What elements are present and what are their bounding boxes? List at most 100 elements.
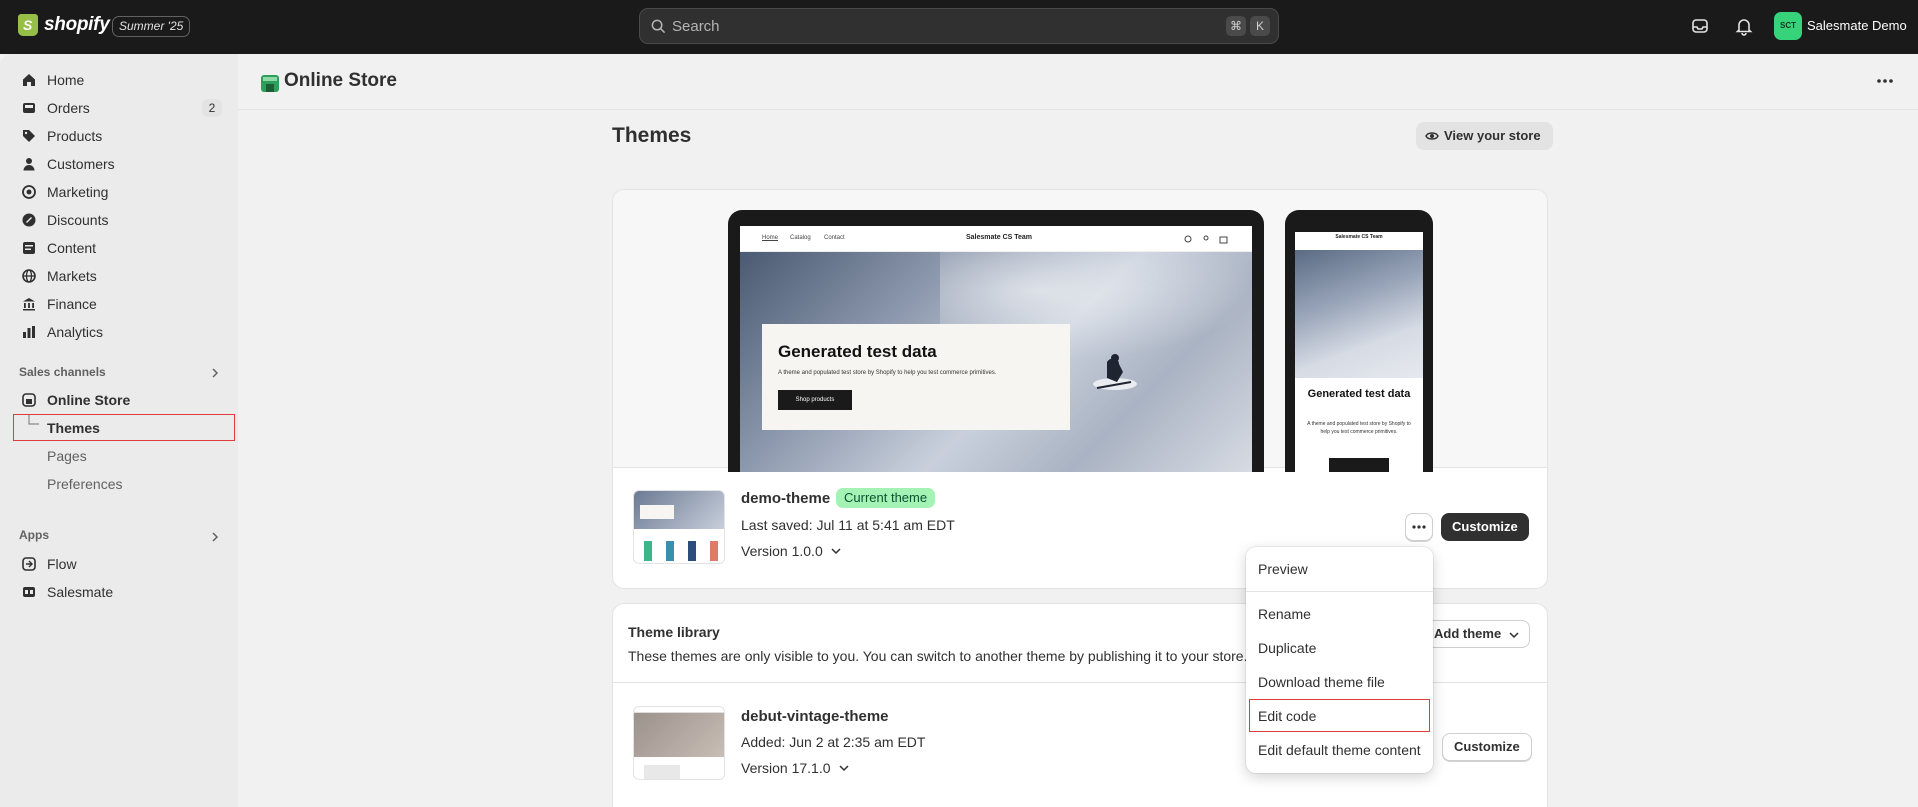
page-header: Online Store: [238, 54, 1918, 110]
sidebar-item-label: Products: [47, 128, 103, 144]
shopify-logo[interactable]: shopify: [18, 14, 110, 36]
more-actions-icon[interactable]: [1875, 76, 1895, 86]
home-icon: [23, 74, 35, 86]
library-customize-button[interactable]: Customize: [1442, 733, 1532, 761]
phone-hero-title: Generated test data: [1307, 388, 1411, 400]
chevron-down-icon: [1509, 632, 1519, 639]
discount-icon: [22, 213, 36, 227]
chevron-down-icon: [838, 765, 849, 772]
sidebar-item-discounts[interactable]: Discounts: [10, 206, 234, 234]
sidebar-item-label: Markets: [47, 268, 97, 284]
preview-nav-catalog: Catalog: [790, 235, 811, 241]
top-bar: shopify Summer '25 Search ⌘ K SCT Salesm…: [0, 0, 1918, 54]
library-theme-version-toggle[interactable]: Version 17.1.0: [741, 760, 849, 776]
bank-icon: [23, 298, 35, 311]
view-store-label: View your store: [1444, 128, 1541, 143]
current-theme-badge: Current theme: [836, 488, 936, 508]
library-theme-name: debut-vintage-theme: [741, 708, 889, 725]
kbd-cmd: ⌘: [1226, 16, 1246, 36]
sidebar-item-label: Home: [47, 72, 85, 88]
preview-hero: Generated test data A theme and populate…: [740, 242, 1252, 472]
sidebar-item-label: Pages: [47, 448, 87, 464]
globe-icon: [22, 269, 36, 283]
sales-channels-title: Sales channels: [19, 365, 106, 379]
store-name[interactable]: Salesmate Demo: [1807, 18, 1907, 33]
sidebar-item-label: Analytics: [47, 324, 104, 340]
phone-preview: Salesmate CS Team Generated test data A …: [1285, 210, 1433, 472]
sidebar-item-analytics[interactable]: Analytics: [10, 318, 234, 346]
phone-hero-subtitle: A theme and populated test store by Shop…: [1307, 421, 1411, 435]
theme-actions-button[interactable]: [1405, 513, 1433, 541]
preview-nav-home: Home: [762, 235, 779, 241]
eye-icon: [1425, 132, 1439, 140]
sidebar-item-salesmate[interactable]: Salesmate: [10, 578, 234, 606]
theme-library-description: These themes are only visible to you. Yo…: [628, 648, 1248, 664]
menu-item-edit-default-theme-content[interactable]: Edit default theme content: [1258, 742, 1421, 758]
edition-badge[interactable]: Summer '25: [112, 16, 191, 37]
bell-icon[interactable]: [1734, 16, 1754, 36]
tag-icon: [23, 130, 35, 142]
avatar[interactable]: SCT: [1774, 12, 1802, 40]
chevron-right-icon[interactable]: [210, 368, 220, 378]
sidebar-item-content[interactable]: Content: [10, 234, 234, 262]
inbox-icon[interactable]: [1690, 16, 1710, 36]
library-theme-version: Version 17.1.0: [741, 760, 831, 776]
menu-item-duplicate[interactable]: Duplicate: [1258, 640, 1316, 656]
sidebar-item-home[interactable]: Home: [10, 66, 234, 94]
view-store-button[interactable]: View your store: [1416, 122, 1553, 150]
theme-library-title: Theme library: [628, 624, 720, 640]
orders-count-badge: 2: [202, 99, 222, 117]
sidebar-item-label: Finance: [47, 296, 97, 312]
search-icon: [651, 19, 666, 34]
ellipsis-icon: [1412, 525, 1426, 529]
current-theme-version-toggle[interactable]: Version 1.0.0: [741, 543, 841, 559]
preview-hero-box: Generated test data A theme and populate…: [762, 324, 1070, 430]
menu-item-rename[interactable]: Rename: [1258, 606, 1311, 622]
bar-chart-icon: [23, 326, 35, 338]
target-icon: [22, 185, 36, 199]
sidebar-item-label: Online Store: [47, 392, 131, 408]
chevron-down-icon: [831, 548, 841, 555]
main-content: Online Store Themes View your store Home…: [238, 54, 1918, 807]
sidebar-item-products[interactable]: Products: [10, 122, 234, 150]
theme-preview[interactable]: Home Catalog Contact Salesmate CS Team G…: [613, 190, 1547, 472]
preview-brand: Salesmate CS Team: [966, 234, 1033, 241]
sidebar-item-label: Orders: [47, 100, 90, 116]
menu-item-preview[interactable]: Preview: [1258, 561, 1308, 577]
current-theme-name: demo-theme: [741, 490, 831, 507]
preview-hero-button: Shop products: [778, 390, 852, 410]
sidebar-item-markets[interactable]: Markets: [10, 262, 234, 290]
skier-image: [1093, 354, 1137, 390]
sidebar-item-marketing[interactable]: Marketing: [10, 178, 234, 206]
menu-item-download-theme-file[interactable]: Download theme file: [1258, 674, 1385, 690]
sidebar-item-orders[interactable]: Orders 2: [10, 94, 234, 122]
chevron-right-icon[interactable]: [210, 532, 220, 542]
online-store-icon: [261, 75, 279, 92]
sidebar-item-customers[interactable]: Customers: [10, 150, 234, 178]
library-theme-added: Added: Jun 2 at 2:35 am EDT: [741, 734, 926, 750]
preview-nav-contact: Contact: [824, 235, 845, 241]
sidebar-item-online-store[interactable]: Online Store: [10, 386, 234, 414]
phone-screen: Salesmate CS Team Generated test data A …: [1295, 232, 1423, 472]
storefront-icon: [22, 393, 36, 407]
sidebar-item-label: Customers: [47, 156, 115, 172]
customize-button[interactable]: Customize: [1441, 513, 1529, 541]
kbd-k: K: [1250, 16, 1270, 36]
library-theme-thumbnail[interactable]: [633, 706, 725, 780]
sidebar-item-finance[interactable]: Finance: [10, 290, 234, 318]
flow-icon: [22, 557, 36, 571]
sidebar-item-flow[interactable]: Flow: [10, 550, 234, 578]
edit-code-highlight-box: [1249, 699, 1430, 732]
current-theme-thumbnail[interactable]: [633, 490, 725, 564]
preview-hero-subtitle: A theme and populated test store by Shop…: [778, 370, 997, 376]
sidebar-item-pages[interactable]: Pages: [10, 442, 234, 470]
sidebar-item-preferences[interactable]: Preferences: [10, 470, 234, 498]
phone-brand: Salesmate CS Team: [1335, 234, 1383, 240]
search-bar[interactable]: Search ⌘ K: [639, 8, 1279, 44]
current-theme-last-saved: Last saved: Jul 11 at 5:41 am EDT: [741, 517, 955, 533]
add-theme-button[interactable]: Add theme: [1423, 620, 1531, 648]
menu-divider: [1246, 591, 1433, 592]
sidebar-item-label: Discounts: [47, 212, 109, 228]
sidebar-item-label: Salesmate: [47, 584, 114, 600]
sidebar-item-label: Flow: [47, 556, 77, 572]
